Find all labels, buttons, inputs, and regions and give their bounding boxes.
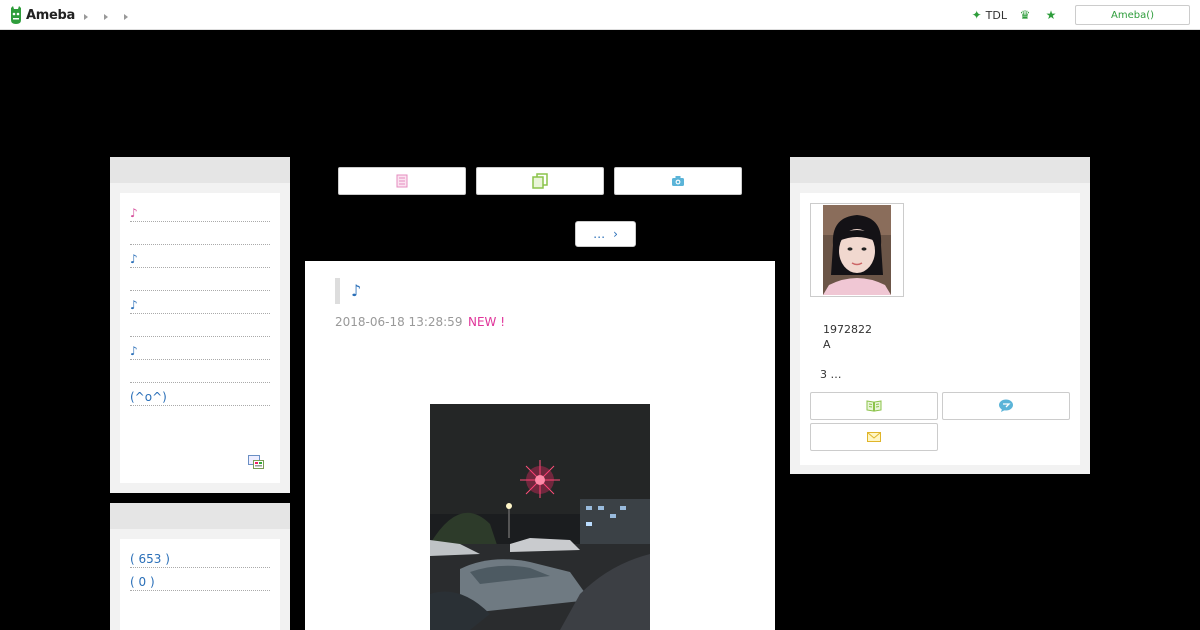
theme-item-1[interactable]: ♪ (130, 199, 270, 222)
archive-item-1[interactable]: ( 653 ) (130, 545, 270, 568)
entry-title-bar (335, 278, 340, 304)
blog-tab-button[interactable] (338, 167, 466, 195)
theme-item-label: ♪ (130, 252, 138, 266)
book-icon (866, 400, 882, 412)
entry-date: 2018-06-18 13:28:59 (335, 315, 463, 329)
theme-list-header (110, 157, 290, 183)
archive-item-2[interactable]: ( 0 ) (130, 568, 270, 591)
chevron-right-icon (84, 13, 88, 20)
theme-item-label: ♪ (130, 206, 138, 220)
reader-button[interactable] (810, 392, 938, 420)
message-button[interactable] (942, 392, 1070, 420)
theme-item-2[interactable] (130, 222, 270, 245)
profile-id: 1972822 (823, 323, 872, 336)
theme-item-3[interactable]: ♪ (130, 245, 270, 268)
next-entries-button[interactable]: … › (575, 221, 636, 247)
profile-body: 1972822 A 3 … (800, 193, 1080, 465)
top-right-menu: ✦ TDL ♛ ★ Ameba() (972, 4, 1190, 26)
theme-item-label: ♪ (130, 298, 138, 312)
copy-pages-icon (532, 173, 548, 189)
entries-tab-button[interactable] (476, 167, 604, 195)
more-label: … (593, 227, 606, 241)
entry-photo[interactable] (430, 404, 650, 630)
mail-button[interactable] (810, 423, 938, 451)
top-bar: Ameba ✦ TDL ♛ ★ Ameba() (0, 0, 1200, 30)
photos-tab-button[interactable] (614, 167, 742, 195)
archive-list: ( 653 ) ( 0 ) (120, 539, 280, 630)
profile-name: A (823, 338, 831, 351)
new-badge: NEW ! (468, 315, 506, 329)
envelope-icon (867, 432, 881, 442)
profile-intro[interactable]: 3 … (820, 368, 842, 381)
archive-item-label: ( 653 ) (130, 552, 170, 566)
avatar-photo (823, 205, 891, 295)
ameba-logo[interactable]: Ameba (9, 5, 75, 25)
sparkle-icon: ✦ (971, 8, 982, 22)
avatar (823, 205, 891, 295)
chevron-right-icon: › (613, 227, 618, 241)
archive-item-label: ( 0 ) (130, 575, 155, 589)
profile-box: 1972822 A 3 … (790, 157, 1090, 474)
theme-item-5[interactable]: ♪ (130, 291, 270, 314)
theme-item-8[interactable] (130, 360, 270, 383)
tdl-label: TDL (985, 8, 1007, 22)
theme-item-4[interactable] (130, 268, 270, 291)
rss-feed-icon[interactable] (248, 455, 264, 469)
theme-list-box: ♪ ♪ ♪ ♪ (^o^) (110, 157, 290, 493)
blog-entry: ♪ 2018-06-18 13:28:59 NEW ! (305, 261, 775, 630)
document-icon (396, 174, 408, 188)
breadcrumb-item-2[interactable] (104, 9, 112, 21)
entry-title[interactable]: ♪ (351, 281, 361, 300)
logo-text: Ameba (26, 7, 76, 23)
ameba-login-button[interactable]: Ameba() (1075, 5, 1190, 25)
ameba-face-icon (11, 6, 21, 24)
chevron-right-icon (104, 13, 108, 20)
theme-item-9[interactable]: (^o^) (130, 383, 270, 406)
crown-icon[interactable]: ♛ (1017, 8, 1033, 22)
theme-item-label: ♪ (130, 344, 138, 358)
theme-item-6[interactable] (130, 314, 270, 337)
breadcrumb (84, 9, 132, 21)
theme-item-label: (^o^) (130, 390, 167, 404)
breadcrumb-item-1[interactable] (84, 9, 92, 21)
profile-header (790, 157, 1090, 183)
avatar-frame[interactable] (810, 203, 904, 297)
camera-icon (672, 176, 684, 186)
chevron-right-icon (124, 13, 128, 20)
star-icon[interactable]: ★ (1043, 8, 1059, 22)
archive-box: ( 653 ) ( 0 ) (110, 503, 290, 630)
theme-item-7[interactable]: ♪ (130, 337, 270, 360)
tdl-link[interactable]: ✦ TDL (972, 8, 1007, 22)
chat-bubble-icon (999, 399, 1013, 412)
archive-header (110, 503, 290, 529)
fireworks-photo (430, 404, 650, 630)
theme-list: ♪ ♪ ♪ ♪ (^o^) (120, 193, 280, 483)
breadcrumb-item-3[interactable] (124, 9, 132, 21)
